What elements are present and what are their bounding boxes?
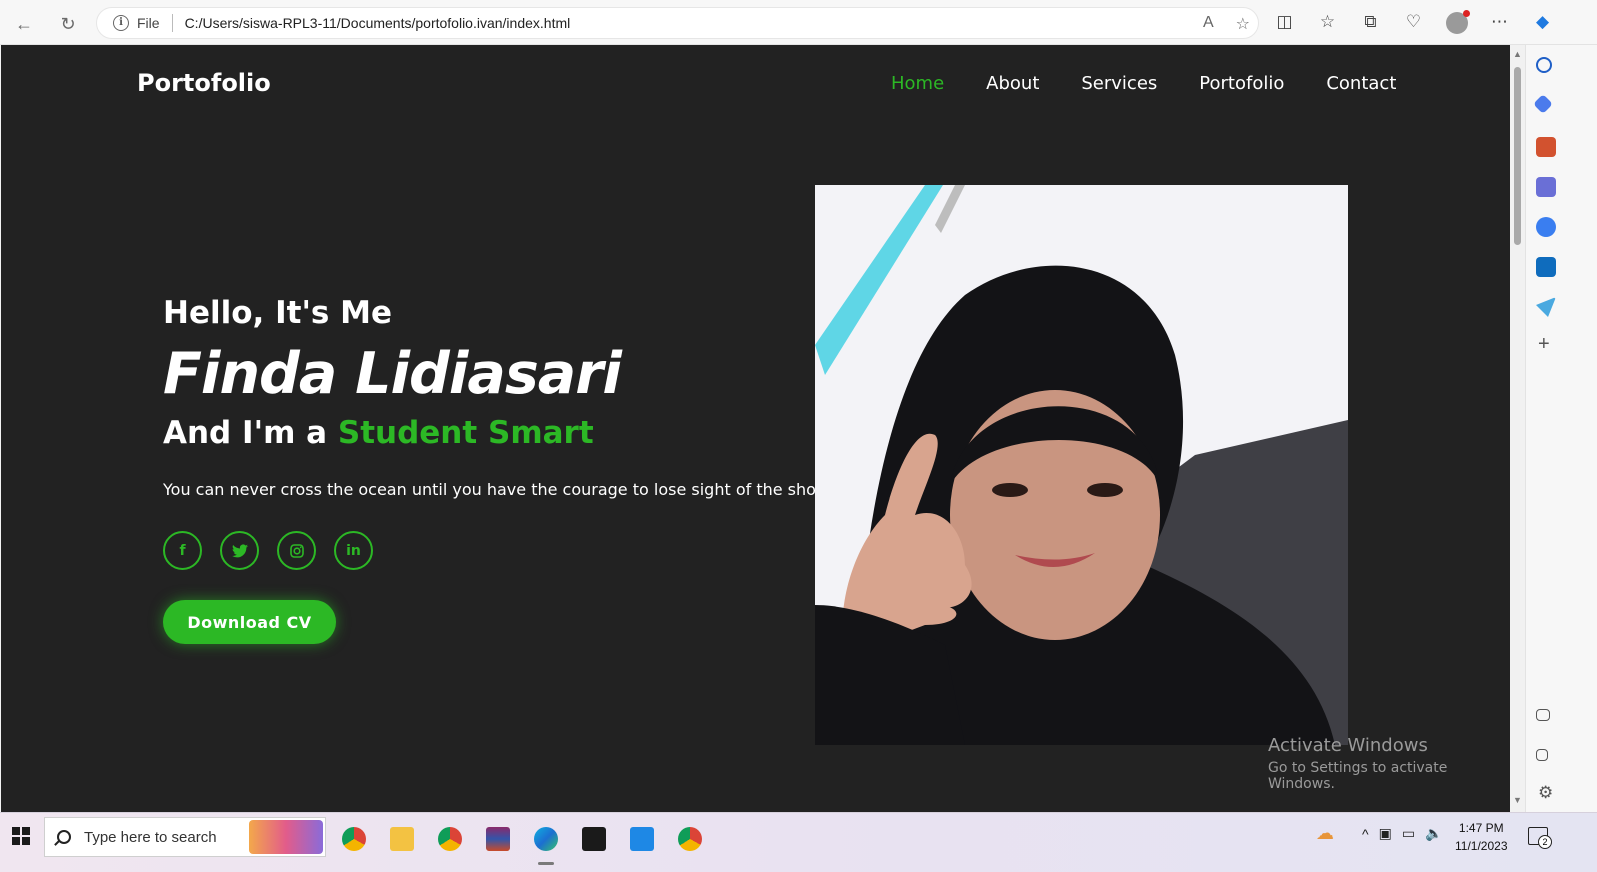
shopping-icon[interactable] <box>1533 94 1553 114</box>
windows-taskbar: Type here to search ☁ ^ ▣ ▭ 🔈 1:47 PM 11… <box>0 812 1597 872</box>
outlook-icon[interactable] <box>1536 257 1556 277</box>
download-cv-button[interactable]: Download CV <box>163 600 336 644</box>
browser-toolbar: ← ↻ i File C:/Users/siswa-RPL3-11/Docume… <box>0 0 1597 45</box>
read-aloud-icon[interactable]: A <box>1203 14 1214 34</box>
collections-icon[interactable]: ⧉ <box>1349 12 1392 34</box>
windows-start-icon[interactable] <box>12 827 30 845</box>
role-prefix: And I'm a <box>163 415 338 451</box>
facebook-icon[interactable]: f <box>163 531 202 570</box>
scroll-thumb[interactable] <box>1514 67 1521 245</box>
open-external-icon[interactable] <box>1536 749 1548 761</box>
taskbar-search-icon <box>57 830 71 844</box>
network-icon[interactable]: ▭ <box>1402 825 1415 842</box>
hero-greeting: Hello, It's Me <box>163 295 393 331</box>
profile-icon[interactable] <box>1435 10 1478 34</box>
chrome-app-icon[interactable] <box>330 819 378 859</box>
taskbar-apps <box>330 819 714 865</box>
chrome-profile-app-icon[interactable] <box>426 819 474 859</box>
microsoft-365-icon[interactable] <box>1536 217 1556 237</box>
tools-icon[interactable] <box>1536 137 1556 157</box>
more-options-icon[interactable]: ⋯ <box>1478 12 1521 34</box>
taskbar-search-placeholder: Type here to search <box>84 828 217 846</box>
address-bar[interactable]: i File C:/Users/siswa-RPL3-11/Documents/… <box>96 7 1259 39</box>
add-icon[interactable]: + <box>1538 333 1550 356</box>
search-highlight-art <box>249 820 323 854</box>
watermark-title: Activate Windows <box>1268 735 1428 756</box>
nav-home[interactable]: Home <box>891 73 944 94</box>
favorite-star-icon[interactable]: ☆ <box>1236 14 1250 34</box>
scroll-down-icon[interactable]: ▼ <box>1513 795 1522 805</box>
weather-icon[interactable]: ☁ <box>1316 823 1334 844</box>
sidebar-toggle-icon[interactable] <box>1536 709 1550 721</box>
taskbar-search[interactable]: Type here to search <box>44 817 326 857</box>
edge-app-icon[interactable] <box>522 819 570 865</box>
search-icon[interactable] <box>1536 57 1552 73</box>
terminal-app-icon[interactable] <box>570 819 618 859</box>
watermark-subtitle: Go to Settings to activate Windows. <box>1268 760 1448 792</box>
url-text[interactable]: C:/Users/siswa-RPL3-11/Documents/portofo… <box>185 15 571 31</box>
file-explorer-icon[interactable] <box>378 819 426 859</box>
nav-contact[interactable]: Contact <box>1326 73 1396 94</box>
profile-photo <box>815 185 1348 745</box>
show-hidden-icons-chevron-icon[interactable]: ^ <box>1362 826 1369 842</box>
nav-portofolio[interactable]: Portofolio <box>1199 73 1284 94</box>
social-links: f in <box>163 531 373 570</box>
nav-services[interactable]: Services <box>1081 73 1157 94</box>
edge-sidebar: + ⚙ <box>1525 45 1597 812</box>
twitter-icon[interactable] <box>220 531 259 570</box>
clock-time: 1:47 PM <box>1458 821 1504 835</box>
address-prefix: File <box>137 15 160 31</box>
chrome-second-app-icon[interactable] <box>666 819 714 859</box>
volume-muted-icon[interactable]: 🔈 <box>1425 825 1442 842</box>
scroll-up-icon[interactable]: ▲ <box>1513 49 1522 59</box>
page-viewport: Portofolio Home About Services Portofoli… <box>1 45 1510 812</box>
address-divider <box>171 14 173 32</box>
vscode-app-icon[interactable] <box>618 819 666 859</box>
games-icon[interactable] <box>1536 177 1556 197</box>
info-icon[interactable]: i <box>113 15 129 31</box>
hero-name: Finda Lidiasari <box>163 341 622 407</box>
split-screen-icon[interactable]: ◫ <box>1263 12 1306 34</box>
winrar-icon[interactable] <box>474 819 522 859</box>
refresh-icon[interactable]: ↻ <box>54 10 82 38</box>
linkedin-icon[interactable]: in <box>334 531 373 570</box>
clock-date: 11/1/2023 <box>1455 839 1508 853</box>
role-highlight: Student Smart <box>337 415 594 451</box>
settings-gear-icon[interactable]: ⚙ <box>1538 783 1553 803</box>
system-tray: ☁ ^ ▣ ▭ 🔈 <box>1316 823 1442 844</box>
instagram-icon[interactable] <box>277 531 316 570</box>
hero-quote: You can never cross the ocean until you … <box>163 480 832 499</box>
back-icon[interactable]: ← <box>10 10 38 38</box>
activate-windows-watermark: Activate Windows Go to Settings to activ… <box>1268 735 1510 792</box>
drop-icon[interactable] <box>1536 297 1556 317</box>
nav-about[interactable]: About <box>986 73 1039 94</box>
taskbar-clock[interactable]: 1:47 PM 11/1/2023 <box>1455 819 1508 855</box>
notification-count-badge: 2 <box>1538 835 1552 849</box>
favorites-icon[interactable]: ☆ <box>1306 12 1349 34</box>
site-logo[interactable]: Portofolio <box>137 69 271 97</box>
page-scrollbar[interactable]: ▲ ▼ <box>1510 45 1525 812</box>
meet-now-icon[interactable]: ▣ <box>1379 825 1392 842</box>
main-nav: Home About Services Portofolio Contact <box>891 73 1396 94</box>
hero-role: And I'm a Student Smart <box>163 415 594 451</box>
copilot-icon[interactable]: ◆ <box>1521 12 1564 34</box>
browser-essentials-icon[interactable]: ♡ <box>1392 12 1435 34</box>
